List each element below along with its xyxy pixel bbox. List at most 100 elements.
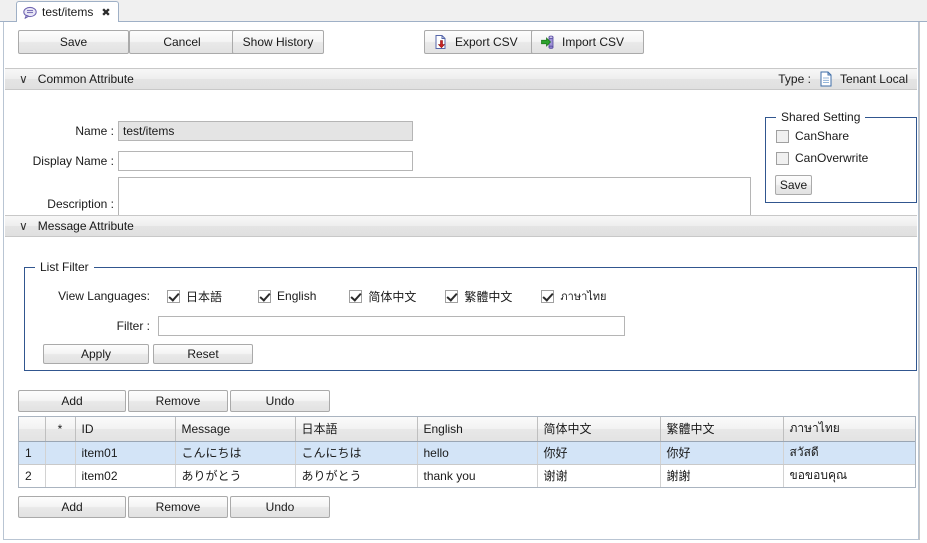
display-name-row: Display Name : [4,151,413,171]
language-checkbox-ja[interactable]: 日本語 [167,288,222,305]
language-checkbox-th[interactable]: ภาษาไทย [541,287,607,305]
cell-en[interactable]: hello [417,441,538,465]
cell-id[interactable]: item02 [75,464,176,487]
language-label-zh-tw: 繁體中文 [464,289,513,304]
save-button[interactable]: Save [18,30,129,54]
checkbox-ja[interactable] [167,289,180,303]
cell-rownum: 1 [19,441,46,465]
cell-en[interactable]: thank you [417,464,538,487]
cell-message[interactable]: こんにちは [175,441,296,465]
export-csv-label: Export CSV [455,35,518,49]
view-languages-label: View Languages: [58,289,150,303]
col-en[interactable]: English [417,417,538,442]
grid-undo-button-top[interactable]: Undo [230,390,330,412]
common-attribute-section-header[interactable]: ∨ Common Attribute Type : Tenant Local [5,68,917,90]
grid-toolbar-top: Add Remove Undo [4,390,918,412]
grid-remove-button-top[interactable]: Remove [128,390,228,412]
export-document-down-arrow-icon [433,34,449,50]
shared-setting-group: Shared Setting CanShare CanOverwrite Sav… [765,110,917,203]
cell-zh-cn[interactable]: 你好 [537,441,661,465]
name-row: Name : [4,121,413,141]
name-label: Name : [75,124,114,138]
type-label: Type : [778,72,811,86]
export-csv-button[interactable]: Export CSV [424,30,537,54]
col-ja[interactable]: 日本語 [295,417,418,442]
language-checkbox-zh-cn[interactable]: 简体中文 [349,288,416,305]
grid-add-button-top[interactable]: Add [18,390,126,412]
table-row[interactable]: 1 item01 こんにちは こんにちは hello 你好 你好 สวัสดี [19,441,915,465]
import-csv-button[interactable]: Import CSV [531,30,644,54]
grid-remove-button-bottom[interactable]: Remove [128,496,228,518]
checkbox-zh-cn[interactable] [349,289,363,303]
import-csv-label: Import CSV [562,35,625,49]
language-checkbox-zh-tw[interactable]: 繁體中文 [445,288,512,305]
grid-add-button-bottom[interactable]: Add [18,496,126,518]
language-checkbox-en[interactable]: English [258,289,316,303]
shared-setting-save-button[interactable]: Save [775,175,812,195]
cell-th[interactable]: สวัสดี [783,441,915,465]
can-share-checkbox[interactable] [776,129,789,143]
language-label-zh-cn: 简体中文 [368,289,417,304]
cell-rownum: 2 [19,464,46,487]
can-share-row: CanShare [776,129,916,143]
chevron-down-icon[interactable]: ∨ [19,73,28,85]
cell-ja[interactable]: こんにちは [295,441,418,465]
tab-strip: test/items ✖ [0,0,927,22]
col-message[interactable]: Message [175,417,296,442]
col-id[interactable]: ID [75,417,176,442]
main-toolbar: Save Cancel Show History Export CSV Impo… [4,30,918,62]
language-label-en: English [277,289,317,303]
editor-panel: Save Cancel Show History Export CSV Impo… [3,22,919,540]
tab-test-items[interactable]: test/items ✖ [16,1,119,22]
col-zh-tw[interactable]: 繁體中文 [660,417,784,442]
message-attribute-title: Message Attribute [37,219,134,233]
cell-th[interactable]: ขอขอบคุณ [783,464,915,487]
filter-input[interactable] [158,316,625,336]
chevron-down-icon[interactable]: ∨ [19,220,28,232]
can-overwrite-label: CanOverwrite [795,151,869,165]
can-overwrite-checkbox[interactable] [776,151,789,165]
close-icon[interactable]: ✖ [101,7,110,18]
import-database-arrow-icon [540,34,556,50]
show-history-button[interactable]: Show History [232,30,324,54]
message-attribute-section-header[interactable]: ∨ Message Attribute [5,215,917,237]
can-share-label: CanShare [795,129,850,143]
col-zh-cn[interactable]: 简体中文 [537,417,661,442]
language-label-th: ภาษาไทย [560,291,607,303]
apply-button[interactable]: Apply [43,344,149,364]
col-rownum[interactable] [19,417,46,442]
checkbox-zh-tw[interactable] [445,289,459,303]
col-star[interactable]: * [45,417,76,442]
table-row[interactable]: 2 item02 ありがとう ありがとう thank you 谢谢 謝謝 ขอข… [19,464,915,487]
tab-label: test/items [42,5,94,19]
cell-star [45,464,76,487]
message-bubble-icon [23,6,37,19]
shared-setting-legend: Shared Setting [776,110,866,124]
display-name-label: Display Name : [32,154,114,168]
common-attribute-title: Common Attribute [37,72,134,86]
message-table: * ID Message 日本語 English 简体中文 繁體中文 ภาษาไ… [19,417,915,487]
grid-toolbar-bottom: Add Remove Undo [4,496,918,518]
cell-zh-tw[interactable]: 你好 [660,441,784,465]
cancel-button[interactable]: Cancel [129,30,235,54]
filter-label: Filter : [116,319,150,333]
message-grid[interactable]: * ID Message 日本語 English 简体中文 繁體中文 ภาษาไ… [18,416,916,488]
checkbox-th[interactable] [541,289,555,303]
language-label-ja: 日本語 [186,289,223,304]
reset-button[interactable]: Reset [153,344,253,364]
cell-zh-cn[interactable]: 谢谢 [537,464,661,487]
display-name-input[interactable] [118,151,413,171]
col-th[interactable]: ภาษาไทย [783,417,915,442]
cell-message[interactable]: ありがとう [175,464,296,487]
checkbox-en[interactable] [258,289,272,303]
table-header-row: * ID Message 日本語 English 简体中文 繁體中文 ภาษาไ… [19,417,915,442]
cell-star [45,441,76,465]
filter-row: Filter : [25,316,625,336]
document-icon [819,71,833,87]
name-input [118,121,413,141]
type-value: Tenant Local [839,72,908,86]
cell-ja[interactable]: ありがとう [295,464,418,487]
cell-zh-tw[interactable]: 謝謝 [660,464,784,487]
grid-undo-button-bottom[interactable]: Undo [230,496,330,518]
cell-id[interactable]: item01 [75,441,176,465]
